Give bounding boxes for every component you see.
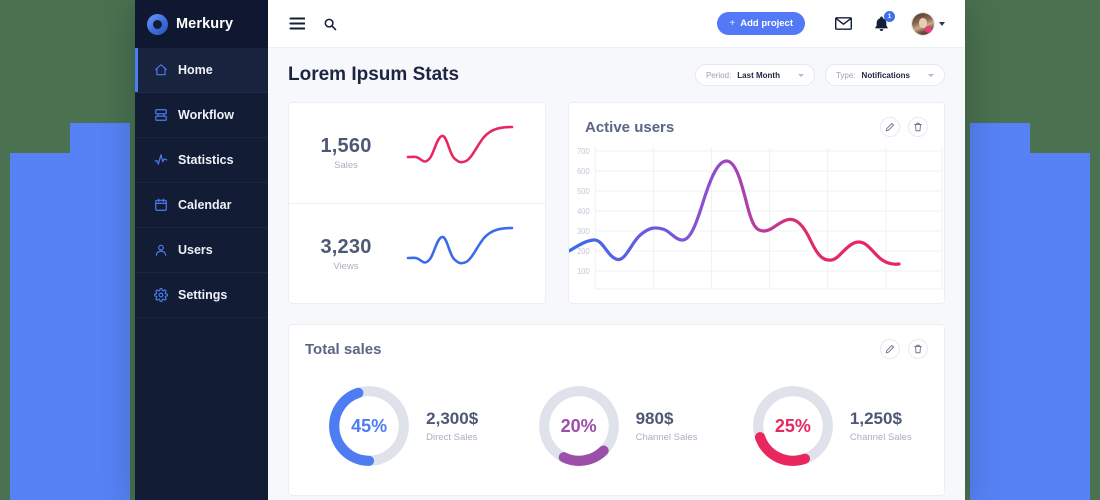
pencil-edit-icon[interactable] (880, 339, 900, 359)
plus-icon: + (729, 18, 735, 29)
topbar: + Add project 1 (268, 0, 965, 48)
svg-text:500: 500 (577, 187, 590, 196)
app-window: Merkury Home Workflow Statistics (135, 0, 965, 500)
card-title: Active users (585, 119, 674, 136)
trash-delete-icon[interactable] (908, 117, 928, 137)
card-title: Total sales (305, 341, 381, 358)
sidebar-item-label: Users (178, 243, 213, 257)
filter-group: Period: Last Month Type: Notifications (695, 64, 945, 86)
donut-percent: 20% (536, 383, 622, 469)
donut-chart: 25% (750, 383, 836, 469)
sidebar: Merkury Home Workflow Statistics (135, 0, 268, 500)
top-row: 1,560 Sales 3,230 Views (288, 102, 945, 304)
page-header: Lorem Ipsum Stats Period: Last Month Typ… (288, 48, 945, 102)
svg-text:600: 600 (577, 167, 590, 176)
page-title: Lorem Ipsum Stats (288, 64, 459, 86)
collapse-menu-icon[interactable] (288, 17, 305, 30)
sidebar-item-users[interactable]: Users (135, 228, 268, 273)
notification-badge: 1 (884, 11, 895, 22)
donut-chart: 45% (326, 383, 412, 469)
sidebar-item-workflow[interactable]: Workflow (135, 93, 268, 138)
filter-period-prefix: Period: (706, 71, 731, 80)
search-icon[interactable] (323, 17, 337, 31)
active-users-chart: 700 600 500 400 300 200 100 (569, 143, 944, 293)
chevron-down-icon (939, 22, 945, 26)
user-avatar (911, 12, 935, 36)
card-actions (880, 117, 928, 137)
chevron-down-icon (798, 74, 804, 77)
filter-type-value: Notifications (862, 71, 910, 80)
brand-name: Merkury (176, 16, 233, 32)
settings-gear-icon (154, 288, 168, 302)
svg-text:100: 100 (577, 267, 590, 276)
donut-percent: 25% (750, 383, 836, 469)
trash-delete-icon[interactable] (908, 339, 928, 359)
users-icon (154, 243, 168, 257)
svg-text:700: 700 (577, 147, 590, 156)
sidebar-item-label: Home (178, 63, 213, 77)
donut-label: Channel Sales (636, 432, 698, 443)
card-header: Active users (569, 103, 944, 143)
sidebar-item-home[interactable]: Home (135, 48, 268, 93)
mini-stats-card: 1,560 Sales 3,230 Views (288, 102, 546, 304)
donut-amount: 980$ (636, 409, 698, 429)
card-header: Total sales (289, 325, 944, 365)
donut-amount: 2,300$ (426, 409, 478, 429)
sidebar-item-settings[interactable]: Settings (135, 273, 268, 318)
sidebar-item-label: Calendar (178, 198, 232, 212)
donut-amount: 1,250$ (850, 409, 912, 429)
donut-item-channel-sales-2: 25% 1,250$ Channel Sales (724, 383, 938, 469)
decorative-shape-left-outer (10, 153, 130, 500)
sidebar-item-calendar[interactable]: Calendar (135, 183, 268, 228)
workflow-icon (154, 108, 168, 122)
svg-text:200: 200 (577, 247, 590, 256)
brand-logo[interactable]: Merkury (135, 0, 268, 48)
donut-percent: 45% (326, 383, 412, 469)
statistics-icon (154, 153, 168, 167)
donut-chart: 20% (536, 383, 622, 469)
notification-bell-icon[interactable]: 1 (874, 16, 889, 32)
mini-stat-value: 3,230 (303, 236, 389, 259)
card-actions (880, 339, 928, 359)
sidebar-nav: Home Workflow Statistics Calendar (135, 48, 268, 318)
mini-stat-value: 1,560 (303, 135, 389, 158)
pencil-edit-icon[interactable] (880, 117, 900, 137)
add-project-label: Add project (740, 18, 793, 29)
donut-label-group: 980$ Channel Sales (636, 409, 698, 443)
mail-envelope-icon[interactable] (835, 17, 852, 30)
merkury-circle-logo (147, 14, 168, 35)
sidebar-item-statistics[interactable]: Statistics (135, 138, 268, 183)
mini-stat-label: Sales (303, 160, 389, 171)
total-sales-card: Total sales (288, 324, 945, 496)
donut-label: Direct Sales (426, 432, 478, 443)
decorative-shape-right-outer (970, 153, 1090, 500)
sidebar-item-label: Workflow (178, 108, 234, 122)
home-icon (154, 63, 168, 77)
main-content: Lorem Ipsum Stats Period: Last Month Typ… (268, 48, 965, 500)
add-project-button[interactable]: + Add project (717, 12, 805, 35)
chevron-down-icon (928, 74, 934, 77)
filter-period[interactable]: Period: Last Month (695, 64, 815, 86)
sidebar-item-label: Statistics (178, 153, 234, 167)
svg-text:300: 300 (577, 227, 590, 236)
sidebar-item-label: Settings (178, 288, 227, 302)
calendar-icon (154, 198, 168, 212)
donut-item-channel-sales-1: 20% 980$ Channel Sales (509, 383, 723, 469)
mini-stat-label: Views (303, 261, 389, 272)
donut-row: 45% 2,300$ Direct Sales 20% (289, 365, 944, 495)
mini-stat-sales: 1,560 Sales (289, 103, 545, 203)
filter-period-value: Last Month (737, 71, 780, 80)
mini-stat-views: 3,230 Views (289, 203, 545, 303)
donut-label: Channel Sales (850, 432, 912, 443)
avatar-menu[interactable] (911, 12, 945, 36)
donut-label-group: 2,300$ Direct Sales (426, 409, 478, 443)
sparkline-sales (389, 125, 531, 181)
active-users-card: Active users (568, 102, 945, 304)
donut-item-direct-sales: 45% 2,300$ Direct Sales (295, 383, 509, 469)
sparkline-views (389, 226, 531, 282)
filter-type[interactable]: Type: Notifications (825, 64, 945, 86)
svg-text:400: 400 (577, 207, 590, 216)
donut-label-group: 1,250$ Channel Sales (850, 409, 912, 443)
filter-type-prefix: Type: (836, 71, 856, 80)
